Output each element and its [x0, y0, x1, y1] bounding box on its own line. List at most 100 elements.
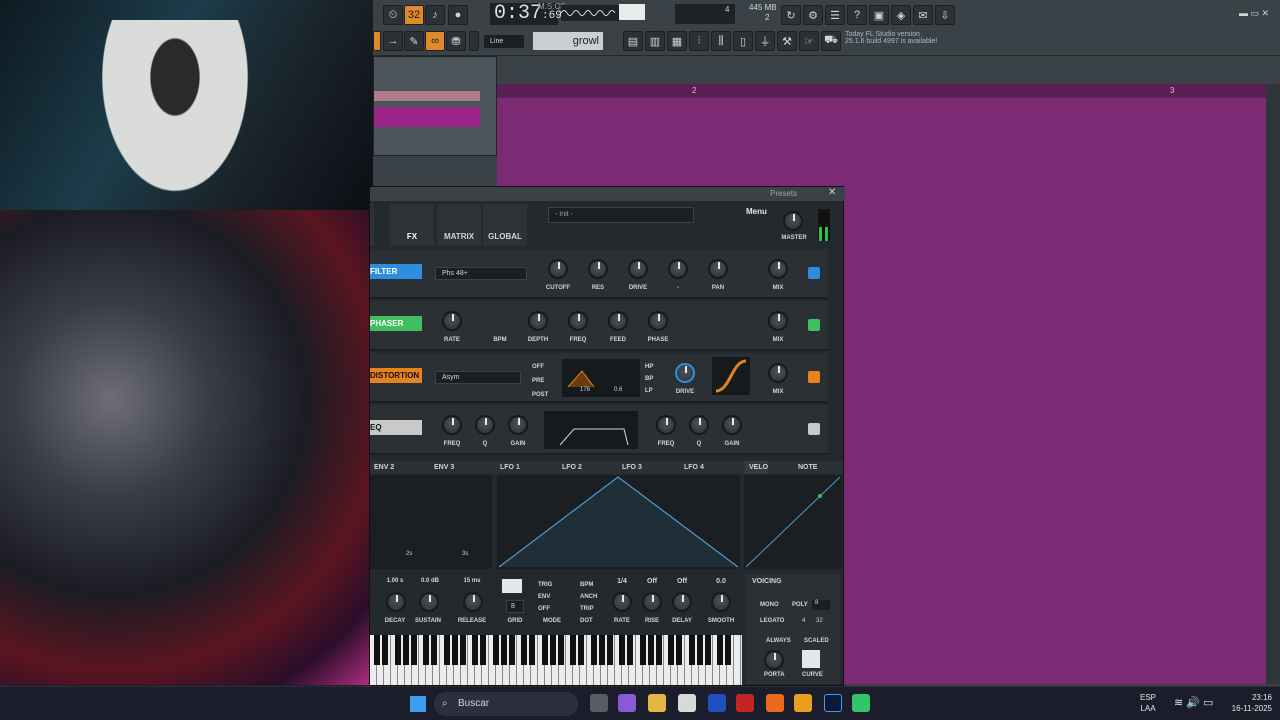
- scaled-toggle[interactable]: SCALED: [804, 638, 829, 644]
- eq-low-gain-knob[interactable]: [508, 415, 528, 435]
- black-key[interactable]: [403, 635, 409, 665]
- env-graph[interactable]: 2s 3s: [370, 475, 492, 569]
- black-key[interactable]: [648, 635, 654, 665]
- lfo-smooth-knob[interactable]: [711, 592, 731, 612]
- task-view-icon[interactable]: [590, 694, 608, 712]
- clipboard-icon[interactable]: ▯: [733, 31, 753, 51]
- eq-high-q-knob[interactable]: [689, 415, 709, 435]
- mode-off[interactable]: OFF: [538, 606, 550, 612]
- tab-fx[interactable]: FX: [390, 204, 434, 246]
- tab-lfo3[interactable]: LFO 3: [618, 461, 642, 474]
- legato-toggle[interactable]: LEGATO: [760, 618, 784, 624]
- tab-lfo4[interactable]: LFO 4: [680, 461, 704, 474]
- black-key[interactable]: [656, 635, 662, 665]
- dist-mix-knob[interactable]: [768, 363, 788, 383]
- tab-lfo1[interactable]: LFO 1: [496, 461, 520, 474]
- black-key[interactable]: [676, 635, 682, 665]
- timeline-ruler[interactable]: 2 3: [497, 84, 1266, 98]
- phaser-freq-knob[interactable]: [568, 311, 588, 331]
- channel-pattern[interactable]: [374, 107, 480, 127]
- eq-label[interactable]: EQ: [370, 420, 422, 435]
- distortion-label[interactable]: DISTORTION: [370, 368, 422, 383]
- black-key[interactable]: [550, 635, 556, 665]
- tools-icon[interactable]: ⚒: [777, 31, 797, 51]
- distortion-filter-opts[interactable]: OFF PRE POST: [532, 360, 548, 402]
- lfo-rate-knob[interactable]: [612, 592, 632, 612]
- decay-knob[interactable]: [386, 592, 406, 612]
- copilot-icon[interactable]: [618, 694, 636, 712]
- brush-icon[interactable]: ✎: [404, 31, 424, 51]
- phaser-power-icon[interactable]: [808, 319, 820, 331]
- cutoff-knob[interactable]: [548, 259, 568, 279]
- menu-button[interactable]: Menu: [746, 207, 767, 216]
- file-explorer-icon[interactable]: [648, 694, 666, 712]
- eq-low-freq-knob[interactable]: [442, 415, 462, 435]
- l-app-icon[interactable]: [708, 694, 726, 712]
- type-hp[interactable]: HP: [645, 364, 653, 370]
- playlist-icon[interactable]: ▤: [623, 31, 643, 51]
- drive-knob[interactable]: [628, 259, 648, 279]
- step-row[interactable]: [374, 91, 480, 101]
- phase-knob[interactable]: [648, 311, 668, 331]
- grid-select[interactable]: 8: [506, 600, 524, 613]
- snap-select[interactable]: Line: [483, 34, 525, 49]
- tab-lfo2[interactable]: LFO 2: [558, 461, 582, 474]
- depth-knob[interactable]: [528, 311, 548, 331]
- sustain-knob[interactable]: [419, 592, 439, 612]
- black-key[interactable]: [460, 635, 466, 665]
- black-key[interactable]: [542, 635, 548, 665]
- phaser-mix-knob[interactable]: [768, 311, 788, 331]
- lfo-anch[interactable]: ANCH: [580, 594, 597, 600]
- master-knob[interactable]: [783, 211, 803, 231]
- black-key[interactable]: [570, 635, 576, 665]
- windows-start-icon[interactable]: [410, 696, 426, 712]
- black-key[interactable]: [452, 635, 458, 665]
- porta-knob[interactable]: [764, 650, 784, 670]
- mcafee-icon[interactable]: [736, 694, 754, 712]
- synth-plugin-window[interactable]: Presets ✕ FX MATRIX GLOBAL - Init - Menu…: [369, 186, 845, 686]
- black-key[interactable]: [591, 635, 597, 665]
- black-key[interactable]: [697, 635, 703, 665]
- black-key[interactable]: [472, 635, 478, 665]
- black-key[interactable]: [607, 635, 613, 665]
- lfo-trip[interactable]: TRIP: [580, 606, 594, 612]
- eq-power-icon[interactable]: [808, 423, 820, 435]
- save-icon[interactable]: ▣: [869, 5, 889, 25]
- always-toggle[interactable]: ALWAYS: [766, 638, 791, 644]
- black-key[interactable]: [558, 635, 564, 665]
- lfo-graph[interactable]: [497, 475, 740, 569]
- type-lp[interactable]: LP: [645, 388, 653, 394]
- eq-curve-display[interactable]: [544, 411, 638, 449]
- dist-drive-knob[interactable]: [675, 363, 695, 383]
- plugin-icon[interactable]: ◈: [891, 5, 911, 25]
- stamp-icon[interactable]: ⛃: [446, 31, 466, 51]
- browser-icon[interactable]: ☰: [825, 5, 845, 25]
- black-key[interactable]: [411, 635, 417, 665]
- res-knob[interactable]: [588, 259, 608, 279]
- black-key[interactable]: [493, 635, 499, 665]
- black-key[interactable]: [725, 635, 731, 665]
- rate-knob[interactable]: [442, 311, 462, 331]
- mode-env[interactable]: ENV: [538, 594, 550, 600]
- network-icon[interactable]: ≋ 🔊 ▭: [1174, 696, 1213, 709]
- filter-label[interactable]: FILTER: [370, 264, 422, 279]
- black-key[interactable]: [480, 635, 486, 665]
- legato-value[interactable]: 4: [802, 618, 805, 624]
- firefox-icon[interactable]: [766, 694, 784, 712]
- eq-high-freq-knob[interactable]: [656, 415, 676, 435]
- pan-knob[interactable]: [708, 259, 728, 279]
- velo-graph[interactable]: [744, 475, 842, 569]
- fl-studio-icon[interactable]: [794, 694, 812, 712]
- black-key[interactable]: [578, 635, 584, 665]
- help-icon[interactable]: ?: [847, 5, 867, 25]
- distortion-filter-display[interactable]: 178 0.6: [562, 359, 640, 397]
- window-controls[interactable]: ▬ ▭ ✕: [1239, 8, 1269, 19]
- arrow-icon[interactable]: →: [383, 31, 403, 51]
- black-key[interactable]: [521, 635, 527, 665]
- black-key[interactable]: [509, 635, 515, 665]
- magnet-icon[interactable]: [469, 31, 479, 51]
- refresh-icon[interactable]: ↻: [781, 5, 801, 25]
- tab-env2[interactable]: ENV 2: [370, 461, 394, 474]
- opt-post[interactable]: POST: [532, 392, 548, 398]
- filter-power-icon[interactable]: [808, 267, 820, 279]
